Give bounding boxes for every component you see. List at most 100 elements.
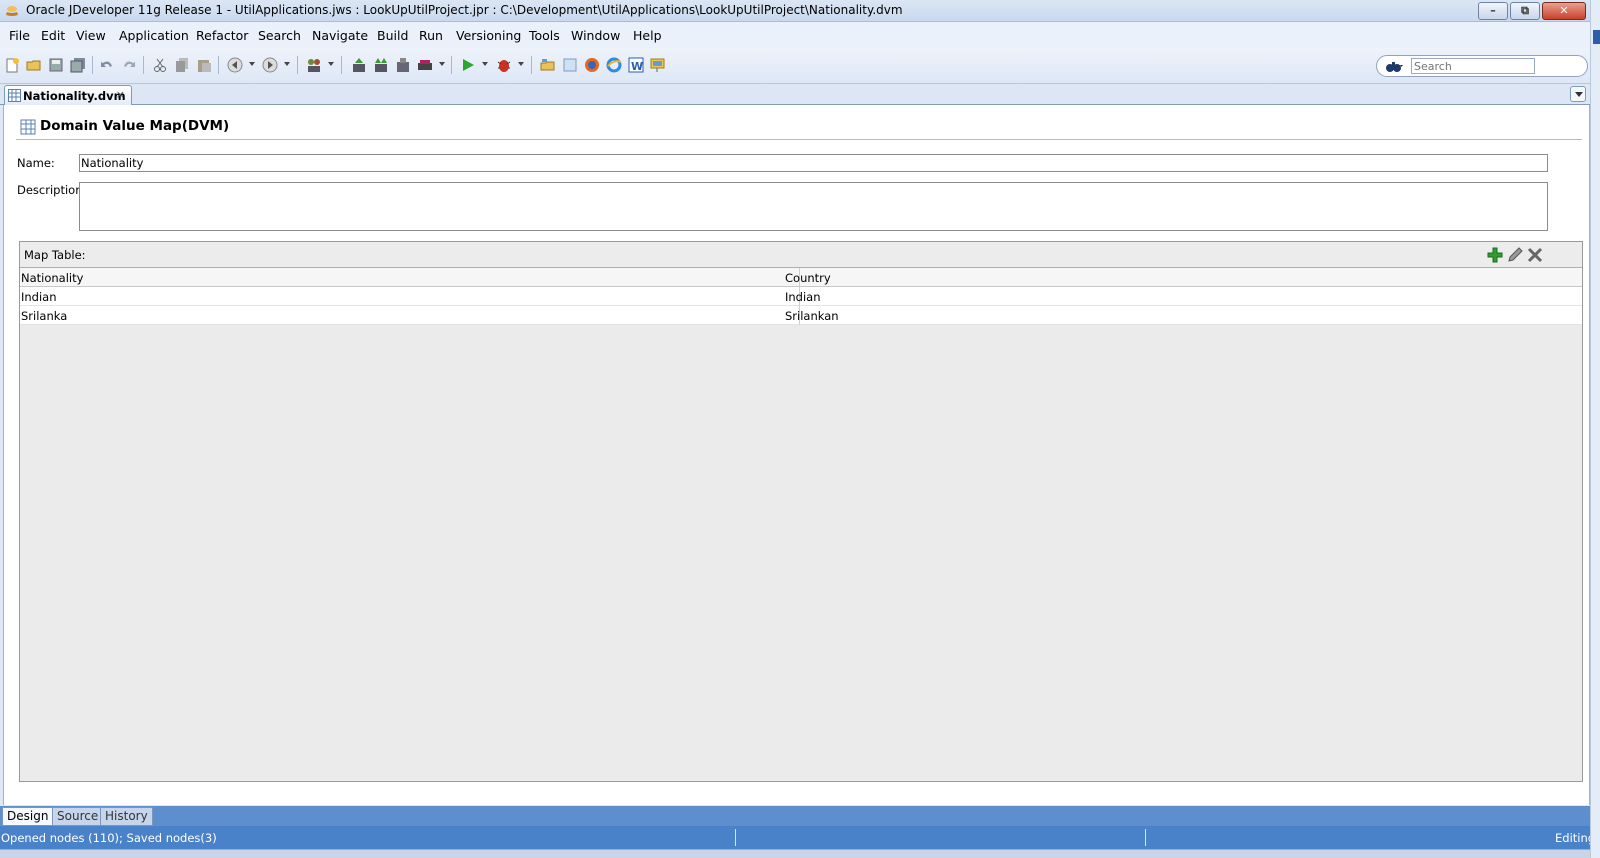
table-cell[interactable]: Indian [21, 290, 57, 304]
taskbar-strip [0, 849, 1600, 858]
new-file-icon[interactable] [4, 57, 20, 73]
forward-dropdown-arrow[interactable] [284, 62, 290, 66]
firefox-icon[interactable] [584, 57, 600, 73]
column-header-country[interactable]: Country [785, 271, 831, 285]
browse-folder-icon[interactable] [540, 57, 556, 73]
column-header-nationality[interactable]: Nationality [21, 271, 83, 285]
toolbar-separator [92, 56, 93, 74]
minimize-icon: – [1490, 4, 1496, 17]
name-label: Name: [17, 156, 55, 170]
debug-target-dropdown-arrow[interactable] [439, 62, 445, 66]
save-all-icon[interactable] [70, 57, 86, 73]
run-icon[interactable] [460, 57, 476, 73]
run-dropdown-arrow[interactable] [482, 62, 488, 66]
open-folder-icon[interactable] [26, 57, 42, 73]
status-bar: Opened nodes (110); Saved nodes(3) Editi… [0, 826, 1595, 849]
search-input[interactable] [1411, 58, 1535, 74]
minimize-button[interactable]: – [1478, 2, 1508, 20]
menu-application[interactable]: Application [119, 28, 189, 43]
save-icon[interactable] [48, 57, 64, 73]
add-row-icon[interactable] [1486, 246, 1504, 264]
tab-nationality-dvm[interactable]: Nationality.dvm × [4, 85, 132, 105]
menu-search[interactable]: Search [258, 28, 301, 43]
title-bar: Oracle JDeveloper 11g Release 1 - UtilAp… [0, 0, 1600, 22]
deploy-icon[interactable] [395, 57, 411, 73]
debug-dropdown-arrow[interactable] [518, 62, 524, 66]
toolbar-separator [341, 56, 342, 74]
edge-accent [1593, 30, 1600, 44]
window-right-edge [1590, 0, 1600, 858]
copy-icon[interactable] [174, 57, 190, 73]
table-row[interactable]: Indian Indian [20, 287, 1582, 306]
status-message: Opened nodes (110); Saved nodes(3) [1, 831, 217, 845]
menu-file[interactable]: File [9, 28, 30, 43]
rebuild-icon[interactable] [373, 57, 389, 73]
tab-history[interactable]: History [100, 807, 153, 826]
quick-search-box [1376, 55, 1588, 77]
tab-list-dropdown[interactable] [1570, 86, 1586, 102]
toolbar-separator [451, 56, 452, 74]
tab-design[interactable]: Design [2, 807, 54, 826]
title-divider [16, 139, 1582, 140]
dvm-table-icon [20, 119, 36, 135]
table-cell[interactable]: Indian [785, 290, 821, 304]
window-title: Oracle JDeveloper 11g Release 1 - UtilAp… [26, 3, 903, 17]
menu-run[interactable]: Run [419, 28, 443, 43]
map-table-label: Map Table: [24, 248, 86, 262]
menu-tools[interactable]: Tools [529, 28, 560, 43]
table-cell[interactable]: Srilankan [785, 309, 839, 323]
cut-icon[interactable] [152, 57, 168, 73]
menu-build[interactable]: Build [377, 28, 408, 43]
dvm-editor: Domain Value Map(DVM) Name: Nationality … [3, 105, 1590, 805]
tab-close-icon[interactable]: × [116, 88, 125, 101]
table-cell[interactable]: Srilanka [21, 309, 67, 323]
close-window-button[interactable]: ✕ [1542, 2, 1586, 20]
make-icon[interactable] [351, 57, 367, 73]
main-toolbar: W [0, 48, 1600, 84]
menu-versioning[interactable]: Versioning [456, 28, 521, 43]
maximize-button[interactable]: ⧉ [1510, 2, 1540, 20]
presentation-icon[interactable] [650, 57, 666, 73]
editor-tab-strip: Nationality.dvm × [0, 84, 1590, 105]
description-field[interactable] [79, 182, 1548, 231]
binoculars-icon[interactable] [1385, 59, 1403, 73]
editor-view-tabs: Design Source History [0, 806, 1590, 826]
menu-refactor[interactable]: Refactor [196, 28, 248, 43]
word-icon[interactable]: W [628, 57, 644, 73]
menu-edit[interactable]: Edit [41, 28, 65, 43]
back-dropdown-arrow[interactable] [249, 62, 255, 66]
internet-explorer-icon[interactable] [606, 57, 622, 73]
table-header-row: Nationality Country [20, 268, 1582, 287]
edit-row-icon[interactable] [1506, 246, 1524, 264]
status-divider [735, 829, 736, 846]
redo-icon[interactable] [121, 57, 137, 73]
forward-icon[interactable] [262, 57, 278, 73]
team-dropdown-arrow[interactable] [328, 62, 334, 66]
dvm-file-icon [8, 89, 21, 102]
table-row[interactable]: Srilanka Srilankan [20, 306, 1582, 325]
status-divider [1145, 829, 1146, 846]
delete-row-icon[interactable] [1526, 246, 1544, 264]
undo-icon[interactable] [99, 57, 115, 73]
toolbar-separator [218, 56, 219, 74]
name-field[interactable]: Nationality [79, 154, 1548, 172]
jdeveloper-app-icon[interactable] [4, 3, 20, 19]
debug-icon[interactable] [496, 57, 512, 73]
menu-view[interactable]: View [76, 28, 106, 43]
back-icon[interactable] [227, 57, 243, 73]
menu-help[interactable]: Help [633, 28, 662, 43]
menu-navigate[interactable]: Navigate [312, 28, 368, 43]
restore-icon: ⧉ [1521, 4, 1529, 17]
toolbar-separator [297, 56, 298, 74]
window-controls: – ⧉ ✕ [1478, 2, 1586, 20]
team-icon[interactable] [306, 57, 322, 73]
menu-window[interactable]: Window [571, 28, 620, 43]
tab-label: Nationality.dvm [23, 89, 126, 103]
database-icon[interactable] [562, 57, 578, 73]
menu-bar: File Edit View Application Refactor Sear… [0, 22, 1600, 48]
tab-source[interactable]: Source [52, 807, 104, 826]
paste-icon[interactable] [196, 57, 212, 73]
debug-target-icon[interactable] [417, 57, 433, 73]
toolbar-separator [531, 56, 532, 74]
close-icon: ✕ [1559, 4, 1569, 17]
